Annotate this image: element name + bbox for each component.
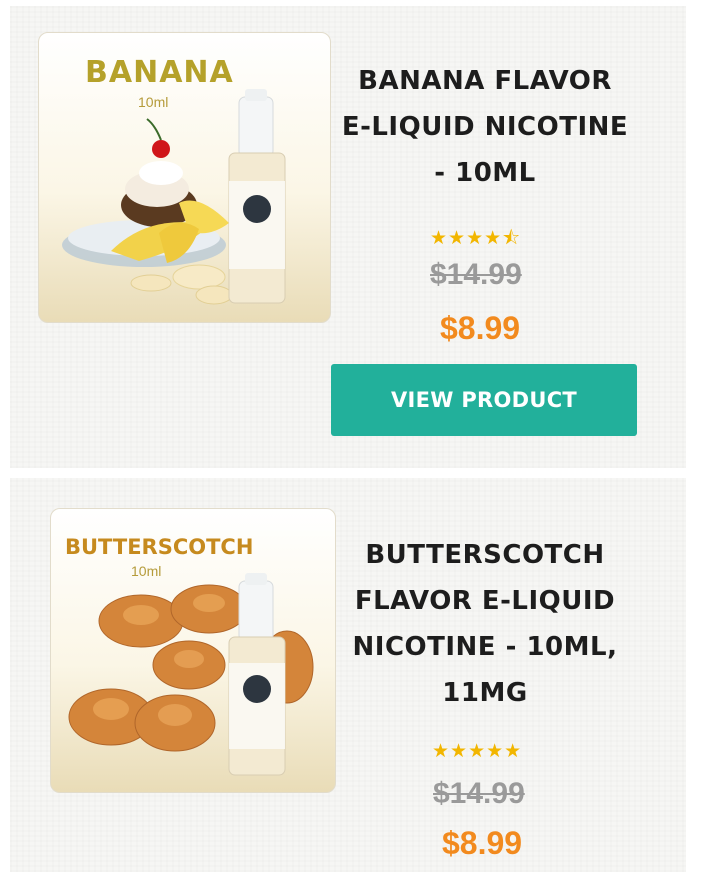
image-size-label: 10ml	[138, 94, 169, 110]
product-title-banana[interactable]: BANANA FLAVOR E-LIQUID NICOTINE - 10ML	[330, 58, 640, 196]
original-price: $14.99	[433, 777, 525, 810]
butterscotch-product-image[interactable]: BUTTERSCOTCH 10ml	[50, 508, 336, 793]
sale-price: $8.99	[442, 825, 523, 861]
title-line: NICOTINE - 10ML,	[352, 632, 618, 662]
rating-stars: ★★★★★	[432, 741, 523, 762]
image-flavor-label: BUTTERSCOTCH	[65, 535, 254, 559]
title-line: - 10ML	[434, 158, 536, 188]
title-line: BUTTERSCOTCH	[365, 540, 605, 570]
title-line: BANANA FLAVOR	[358, 66, 612, 96]
product-title-butterscotch[interactable]: BUTTERSCOTCH FLAVOR E-LIQUID NICOTINE - …	[330, 532, 640, 716]
title-line: E-LIQUID NICOTINE	[341, 112, 629, 142]
banana-product-image[interactable]: BANANA 10ml	[38, 32, 331, 323]
sale-price: $8.99	[440, 310, 521, 346]
image-flavor-label: BANANA	[85, 55, 234, 90]
title-line: FLAVOR E-LIQUID	[354, 586, 616, 616]
image-size-label: 10ml	[131, 563, 162, 579]
original-price: $14.99	[430, 258, 522, 291]
title-line: 11MG	[442, 678, 528, 708]
view-product-button[interactable]: VIEW PRODUCT	[331, 364, 637, 436]
rating-stars: ★★★★⯪	[430, 228, 522, 249]
